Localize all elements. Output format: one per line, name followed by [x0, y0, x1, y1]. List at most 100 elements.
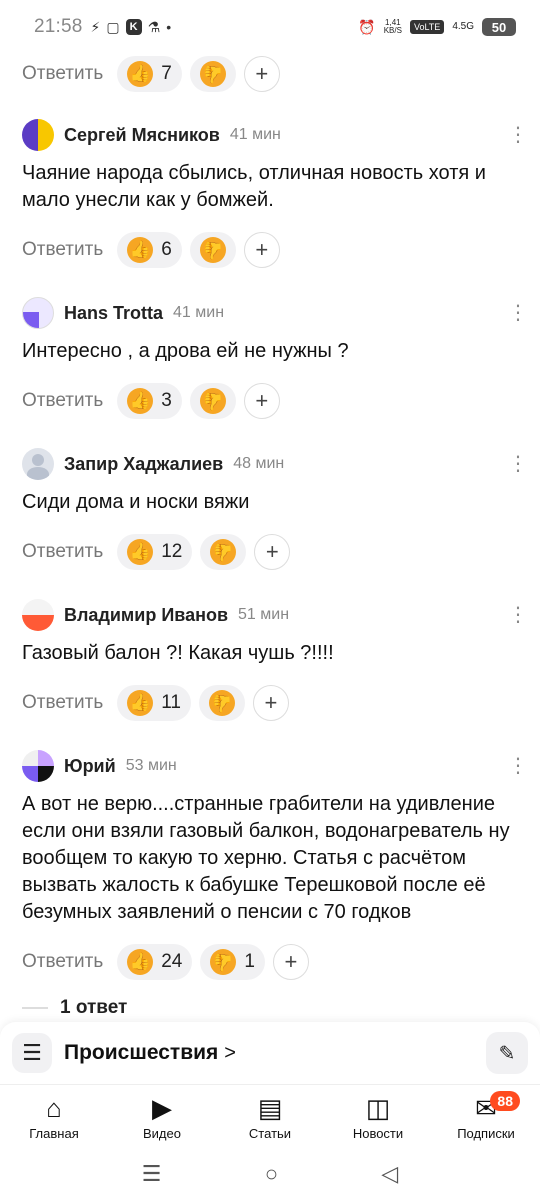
tab-video[interactable]: ▶ Видео [108, 1085, 216, 1148]
home-button-icon[interactable]: ○ [265, 1161, 278, 1187]
comment-actions: Ответить 👍 3 👍 + [0, 381, 540, 421]
dislike-button[interactable]: 👍 [189, 56, 236, 92]
articles-icon: ▤ [257, 1092, 283, 1123]
menu-button[interactable]: ☰ [12, 1033, 52, 1073]
add-reaction-button[interactable]: + [272, 944, 309, 980]
avatar[interactable] [22, 750, 54, 782]
screen-icon: ▢ [106, 18, 120, 35]
dislike-button[interactable]: 👍 [189, 383, 236, 419]
comment-text: А вот не верю....странные грабители на у… [22, 793, 510, 923]
dislike-button[interactable]: 👍 [189, 232, 236, 268]
thumbs-up-icon: 👍 [127, 539, 154, 565]
add-reaction-button[interactable]: + [254, 534, 291, 570]
write-comment-button[interactable]: ✎ [486, 1032, 528, 1074]
volte-badge: VoLTE [409, 20, 445, 34]
reply-button[interactable]: Ответить [22, 951, 103, 973]
reply-button[interactable]: Ответить [22, 239, 103, 261]
reply-button[interactable]: Ответить [22, 390, 103, 412]
avatar[interactable] [22, 297, 54, 329]
avatar[interactable] [22, 448, 54, 480]
comment: Юрий 53 мин ⋮ А вот не верю....странные … [0, 749, 540, 1028]
avatar[interactable] [22, 119, 54, 151]
more-options-icon[interactable]: ⋮ [508, 605, 528, 625]
recent-apps-icon[interactable]: ☰ [142, 1161, 162, 1187]
signal-icon: 4.5G [452, 21, 474, 32]
thumbs-down-icon: 👍 [210, 539, 237, 565]
tab-label: Главная [29, 1126, 79, 1141]
thumbs-down-icon: 👍 [210, 949, 237, 975]
back-icon[interactable]: ◁ [381, 1161, 398, 1187]
comment-actions: Ответить 👍 24 👍 1 + [0, 942, 540, 982]
comment: Сергей Мясников 41 мин ⋮ Чаяние народа с… [0, 118, 540, 270]
reply-button[interactable]: Ответить [22, 63, 103, 85]
comment-author[interactable]: Запир Хаджалиев [64, 454, 223, 475]
dislike-button[interactable]: 👍 1 [200, 944, 265, 980]
thumbs-down-icon: 👍 [208, 690, 235, 716]
tab-home[interactable]: ⌂ Главная [0, 1085, 108, 1148]
rubric-title[interactable]: Происшествия [64, 1041, 218, 1065]
more-options-icon[interactable]: ⋮ [508, 756, 528, 776]
comment-text: Сиди дома и носки вяжи [22, 491, 250, 513]
like-button[interactable]: 👍 7 [117, 56, 182, 92]
comment-actions: Ответить 👍 11 👍 + [0, 683, 540, 723]
tab-articles[interactable]: ▤ Статьи [216, 1085, 324, 1148]
comment-time: 51 мин [238, 606, 290, 623]
tab-label: Статьи [248, 1126, 292, 1141]
comment-time: 41 мин [173, 304, 225, 321]
comment-actions: Ответить 👍 12 👍 + [0, 532, 540, 572]
comment-author[interactable]: Сергей Мясников [64, 125, 220, 146]
more-options-icon[interactable]: ⋮ [508, 125, 528, 145]
thumbs-up-icon: 👍 [127, 388, 154, 414]
thumbs-up-icon: 👍 [127, 690, 154, 716]
comment-text: Газовый балон ?! Какая чушь ?!!!! [22, 642, 334, 664]
notification-badge: 88 [490, 1091, 520, 1111]
comments-list: Ответить 👍 7 👍 + Сергей Мясников 41 мин … [0, 54, 540, 1028]
divider [22, 1007, 48, 1009]
like-count: 11 [161, 692, 181, 713]
comment-text: Чаяние народа сбылись, отличная новость … [22, 162, 486, 211]
comment-author[interactable]: Владимир Иванов [64, 605, 228, 626]
tab-news[interactable]: ◫ Новости [324, 1085, 432, 1148]
pen-icon: ✎ [498, 1042, 516, 1065]
add-reaction-button[interactable]: + [252, 685, 289, 721]
tab-label: Подписки [457, 1126, 515, 1141]
like-count: 7 [161, 63, 172, 84]
reply-button[interactable]: Ответить [22, 692, 103, 714]
dislike-button[interactable]: 👍 [200, 534, 247, 570]
alarm-icon: ⏰ [358, 18, 376, 35]
avatar[interactable] [22, 599, 54, 631]
net-speed: 1,41 KB/S [383, 18, 402, 35]
like-button[interactable]: 👍 11 [117, 685, 191, 721]
chevron-right-icon[interactable]: > [224, 1042, 236, 1065]
comment-text: Интересно , а дрова ей не нужны ? [22, 340, 349, 362]
comment: Владимир Иванов 51 мин ⋮ Газовый балон ?… [0, 598, 540, 723]
add-reaction-button[interactable]: + [243, 232, 280, 268]
comment-author[interactable]: Юрий [64, 756, 116, 777]
like-count: 3 [161, 390, 172, 411]
comment: Hans Trotta 41 мин ⋮ Интересно , а дрова… [0, 296, 540, 421]
like-button[interactable]: 👍 24 [117, 944, 193, 980]
tab-subscriptions[interactable]: ✉ Подписки 88 [432, 1085, 540, 1148]
comment-author[interactable]: Hans Trotta [64, 303, 163, 324]
tab-label: Видео [143, 1126, 181, 1141]
home-icon: ⌂ [46, 1092, 62, 1123]
thumbs-down-icon: 👍 [199, 237, 226, 263]
thumbs-up-icon: 👍 [127, 61, 154, 87]
add-reaction-button[interactable]: + [243, 56, 280, 92]
dot-icon: • [166, 19, 172, 35]
more-options-icon[interactable]: ⋮ [508, 454, 528, 474]
more-options-icon[interactable]: ⋮ [508, 303, 528, 323]
like-count: 6 [161, 239, 172, 260]
status-bar: 21:58 ⚡ ▢ K ⚗ • ⏰ 1,41 KB/S VoLTE 4.5G 5… [0, 0, 540, 54]
dislike-button[interactable]: 👍 [198, 685, 245, 721]
reply-button[interactable]: Ответить [22, 541, 103, 563]
add-reaction-button[interactable]: + [243, 383, 280, 419]
news-icon: ◫ [365, 1092, 391, 1123]
comment-time: 53 мин [125, 757, 177, 774]
like-button[interactable]: 👍 6 [117, 232, 182, 268]
like-button[interactable]: 👍 12 [117, 534, 193, 570]
like-button[interactable]: 👍 3 [117, 383, 182, 419]
clock: 21:58 [34, 16, 83, 37]
thumbs-up-icon: 👍 [127, 949, 154, 975]
tab-label: Новости [352, 1126, 404, 1141]
